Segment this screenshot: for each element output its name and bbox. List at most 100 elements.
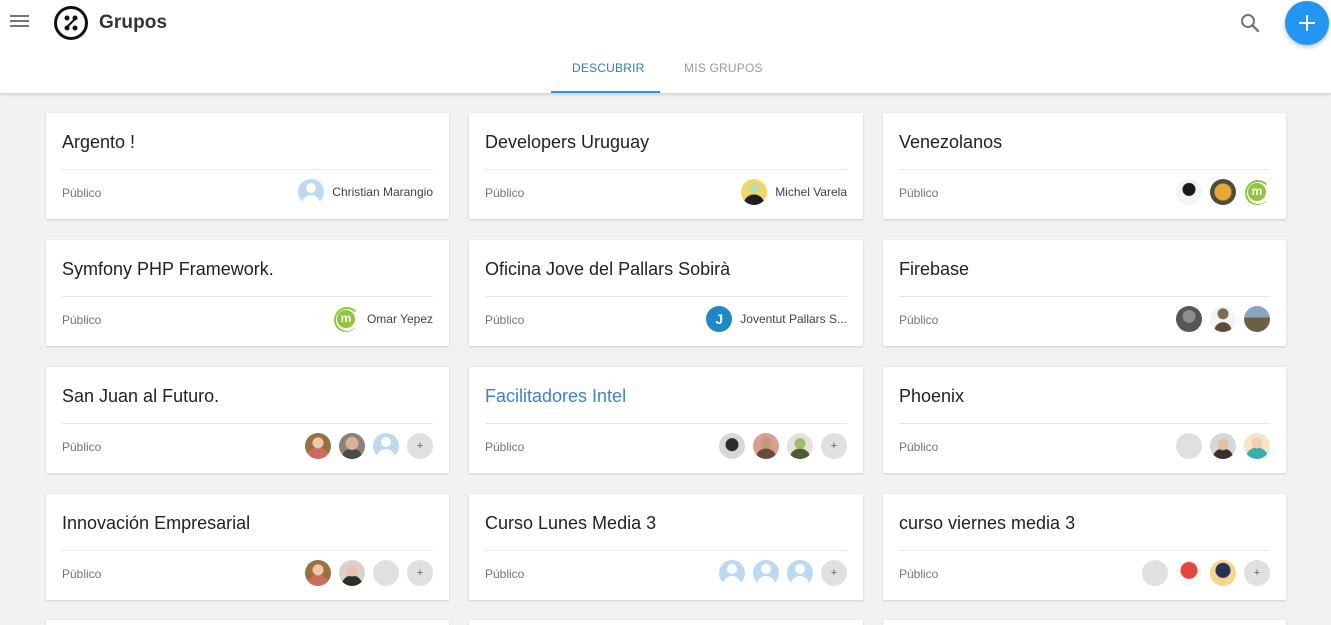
group-card[interactable]: Venezolanos Público	[883, 113, 1286, 219]
avatar[interactable]	[1244, 179, 1270, 205]
avatar[interactable]	[1210, 560, 1236, 586]
group-card[interactable]: San Juan al Futuro. Público +	[46, 367, 449, 473]
avatar[interactable]	[1244, 306, 1270, 332]
group-card[interactable]	[469, 620, 863, 625]
avatar[interactable]	[339, 560, 365, 586]
card-divider	[899, 296, 1270, 297]
member-list: +	[305, 433, 433, 459]
group-title[interactable]: Developers Uruguay	[485, 132, 649, 153]
tab-descubrir[interactable]: DESCUBRIR	[572, 61, 644, 75]
member-name[interactable]: Christian Marangio	[332, 185, 433, 199]
member-name[interactable]: Omar Yepez	[367, 312, 433, 326]
avatar[interactable]	[706, 306, 733, 332]
visibility-label: Público	[62, 567, 102, 581]
avatar[interactable]	[332, 306, 359, 332]
tab-mis-grupos[interactable]: MIS GRUPOS	[684, 61, 763, 75]
group-title[interactable]: Curso Lunes Media 3	[485, 513, 656, 534]
more-members-button[interactable]: +	[821, 560, 847, 586]
tab-indicator	[551, 91, 660, 93]
card-footer: Público +	[485, 433, 847, 459]
avatar[interactable]	[1176, 433, 1202, 459]
group-title[interactable]: Facilitadores Intel	[485, 386, 626, 407]
more-members-button[interactable]: +	[407, 433, 433, 459]
group-card[interactable]: Innovación Empresarial Público +	[46, 494, 449, 600]
visibility-label: Público	[62, 440, 102, 454]
avatar[interactable]	[1176, 306, 1202, 332]
avatar[interactable]	[298, 179, 325, 205]
avatar[interactable]	[305, 560, 331, 586]
avatar[interactable]	[719, 560, 745, 586]
visibility-label: Público	[899, 313, 939, 327]
group-card[interactable]: Phoenix Público	[883, 367, 1286, 473]
group-card[interactable]	[46, 620, 449, 625]
avatar[interactable]	[753, 560, 779, 586]
card-divider	[899, 169, 1270, 170]
member-name[interactable]: Michel Varela	[775, 185, 847, 199]
card-footer: Público	[899, 306, 1270, 332]
avatar[interactable]	[741, 179, 768, 205]
group-title[interactable]: San Juan al Futuro.	[62, 386, 219, 407]
visibility-label: Público	[899, 186, 939, 200]
card-divider	[485, 169, 847, 170]
member-list	[1176, 179, 1270, 205]
group-card[interactable]	[883, 620, 1286, 625]
avatar[interactable]	[373, 433, 399, 459]
avatar[interactable]	[787, 560, 813, 586]
member-list	[1176, 306, 1270, 332]
more-members-button[interactable]: +	[1244, 560, 1270, 586]
card-divider	[485, 296, 847, 297]
visibility-label: Público	[899, 567, 939, 581]
avatar[interactable]	[1244, 433, 1270, 459]
logo-icon[interactable]	[54, 6, 88, 40]
group-card[interactable]: Argento ! Público Christian Marangio	[46, 113, 449, 219]
group-title[interactable]: Phoenix	[899, 386, 964, 407]
group-title[interactable]: Oficina Jove del Pallars Sobirà	[485, 259, 730, 280]
add-group-button[interactable]	[1285, 1, 1329, 45]
member-list: +	[1142, 560, 1270, 586]
more-members-button[interactable]: +	[821, 433, 847, 459]
group-title[interactable]: Innovación Empresarial	[62, 513, 250, 534]
group-card[interactable]: Symfony PHP Framework. Público Omar Yepe…	[46, 240, 449, 346]
avatar[interactable]	[1210, 179, 1236, 205]
group-card[interactable]: Oficina Jove del Pallars Sobirà Público …	[469, 240, 863, 346]
group-card[interactable]: curso viernes media 3 Público +	[883, 494, 1286, 600]
group-title[interactable]: Firebase	[899, 259, 969, 280]
group-card[interactable]: Firebase Público	[883, 240, 1286, 346]
card-divider	[62, 550, 433, 551]
card-divider	[62, 296, 433, 297]
group-card[interactable]: Developers Uruguay Público Michel Varela	[469, 113, 863, 219]
more-members-button[interactable]: +	[407, 560, 433, 586]
visibility-label: Público	[899, 440, 939, 454]
group-title[interactable]: Venezolanos	[899, 132, 1002, 153]
member-name[interactable]: Joventut Pallars S...	[740, 312, 847, 326]
card-footer: Público Joventut Pallars S...	[485, 306, 847, 332]
card-footer: Público Omar Yepez	[62, 306, 433, 332]
app-bar: Grupos DESCUBRIR MIS GRUPOS	[0, 0, 1331, 94]
visibility-label: Público	[62, 313, 102, 327]
menu-icon[interactable]	[8, 12, 32, 34]
avatar[interactable]	[787, 433, 813, 459]
avatar[interactable]	[753, 433, 779, 459]
avatar[interactable]	[719, 433, 745, 459]
group-title[interactable]: curso viernes media 3	[899, 513, 1075, 534]
search-icon[interactable]	[1238, 11, 1262, 35]
group-card[interactable]: Facilitadores Intel Público +	[469, 367, 863, 473]
page-title: Grupos	[99, 12, 168, 33]
avatar[interactable]	[1142, 560, 1168, 586]
avatar[interactable]	[1210, 306, 1236, 332]
card-footer: Público +	[62, 433, 433, 459]
avatar[interactable]	[373, 560, 399, 586]
avatar[interactable]	[1176, 560, 1202, 586]
avatar[interactable]	[339, 433, 365, 459]
member-list: +	[719, 433, 847, 459]
member-list: Christian Marangio	[298, 179, 433, 205]
avatar[interactable]	[1176, 179, 1202, 205]
avatar[interactable]	[1210, 433, 1236, 459]
group-title[interactable]: Argento !	[62, 132, 135, 153]
member-list: Joventut Pallars S...	[706, 306, 847, 332]
group-title[interactable]: Symfony PHP Framework.	[62, 259, 274, 280]
visibility-label: Público	[485, 186, 525, 200]
group-card[interactable]: Curso Lunes Media 3 Público +	[469, 494, 863, 600]
avatar[interactable]	[305, 433, 331, 459]
visibility-label: Público	[485, 313, 525, 327]
